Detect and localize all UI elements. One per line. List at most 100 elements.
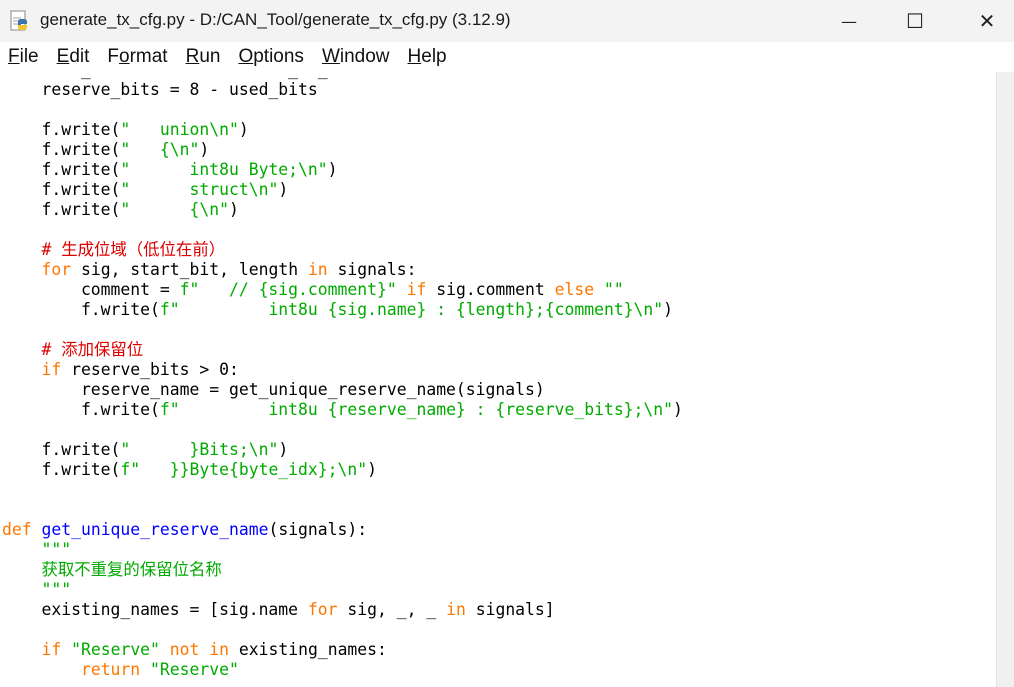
code-token: for xyxy=(41,260,72,279)
code-token: existing_names: xyxy=(229,640,387,659)
code-token: ) xyxy=(663,300,674,319)
code-line: f.write(f" }}Byte{byte_idx};\n") xyxy=(2,460,683,480)
code-token: "" xyxy=(604,280,624,299)
close-button[interactable]: ✕ xyxy=(964,0,1010,42)
maximize-icon: ☐ xyxy=(906,9,924,33)
code-line: if "Reserve" not in existing_names: xyxy=(2,640,683,660)
code-line: if reserve_bits > 0: xyxy=(2,360,683,380)
code-token: " union\n" xyxy=(120,120,239,139)
code-token: f.write( xyxy=(2,120,121,139)
code-line: _ _ _ xyxy=(2,72,683,80)
code-token: sig, _, _ xyxy=(337,600,447,619)
code-token: f" }}Byte{byte_idx};\n" xyxy=(120,460,368,479)
code-token: " {\n" xyxy=(120,200,229,219)
code-token: ) xyxy=(228,200,239,219)
code-line: f.write(" {\n") xyxy=(2,200,683,220)
menu-window[interactable]: Window xyxy=(314,46,400,68)
python-idle-icon xyxy=(10,10,27,31)
code-token: ) xyxy=(278,440,289,459)
code-token: ) xyxy=(327,160,338,179)
menu-help[interactable]: Help xyxy=(400,46,457,68)
code-token: if xyxy=(406,280,427,299)
code-token: ) xyxy=(673,400,683,419)
code-token: reserve_bits = 8 - used_bits xyxy=(2,80,318,99)
code-line: return "Reserve" xyxy=(2,660,683,680)
minimize-icon: — xyxy=(841,11,857,31)
code-token: # 生成位域（低位在前） xyxy=(2,240,226,259)
menu-edit[interactable]: Edit xyxy=(49,46,100,68)
code-token: f.write( xyxy=(2,200,121,219)
close-icon: ✕ xyxy=(978,9,996,33)
code-editor[interactable]: _ _ _ reserve_bits = 8 - used_bits f.wri… xyxy=(0,72,996,687)
code-token: f" int8u {sig.name} : {length};{comment}… xyxy=(159,300,664,319)
code-line: existing_names = [sig.name for sig, _, _… xyxy=(2,600,683,620)
menu-file[interactable]: File xyxy=(0,46,49,68)
code-token: ) xyxy=(238,120,249,139)
code-line: """ xyxy=(2,540,683,560)
code-token: reserve_name = get_unique_reserve_name(s… xyxy=(2,380,545,399)
code-token: 获取不重复的保留位名称 xyxy=(2,560,222,579)
code-token: " }Bits;\n" xyxy=(120,440,279,459)
code-line: reserve_bits = 8 - used_bits xyxy=(2,80,683,100)
code-token: in xyxy=(446,600,466,619)
minimize-button[interactable]: — xyxy=(826,0,872,42)
code-token: (signals): xyxy=(268,520,368,539)
code-token: reserve_bits > 0: xyxy=(61,360,239,379)
code-token: if xyxy=(41,360,62,379)
code-token: f.write( xyxy=(2,140,121,159)
code-token: f" // {sig.comment}" xyxy=(179,280,397,299)
code-token: f" int8u {reserve_name} : {reserve_bits}… xyxy=(159,400,674,419)
code-token: in xyxy=(307,260,328,279)
vertical-scrollbar[interactable] xyxy=(996,72,1014,687)
code-token: f.write( xyxy=(2,160,121,179)
code-line: f.write(" {\n") xyxy=(2,140,683,160)
code-token: not in xyxy=(169,640,230,659)
code-line: # 生成位域（低位在前） xyxy=(2,240,683,260)
menu-options[interactable]: Options xyxy=(230,46,313,68)
code-token: "Reserve" xyxy=(71,640,160,659)
code-token: existing_names = [sig.name xyxy=(2,600,308,619)
code-line: f.write(" union\n") xyxy=(2,120,683,140)
code-token: f.write( xyxy=(2,400,160,419)
code-token: f.write( xyxy=(2,180,121,199)
window-title: generate_tx_cfg.py - D:/CAN_Tool/generat… xyxy=(40,10,511,29)
code-line: f.write(f" int8u {sig.name} : {length};{… xyxy=(2,300,683,320)
menu-format[interactable]: Format xyxy=(99,46,177,68)
code-token: """ xyxy=(2,540,72,559)
code-token: sig, start_bit, length xyxy=(71,260,308,279)
code-token: if xyxy=(41,640,62,659)
code-token: " {\n" xyxy=(120,140,200,159)
menu-run[interactable]: Run xyxy=(178,46,231,68)
code-line: reserve_name = get_unique_reserve_name(s… xyxy=(2,380,683,400)
code-token: "Reserve" xyxy=(150,660,239,679)
title-bar: generate_tx_cfg.py - D:/CAN_Tool/generat… xyxy=(0,0,1014,42)
maximize-button[interactable]: ☐ xyxy=(892,0,938,42)
code-token: ) xyxy=(278,180,289,199)
code-line: for sig, start_bit, length in signals: xyxy=(2,260,683,280)
code-token: ) xyxy=(199,140,210,159)
code-token: ) xyxy=(367,460,377,479)
code-line: f.write(f" int8u {reserve_name} : {reser… xyxy=(2,400,683,420)
code-token: # 添加保留位 xyxy=(2,340,144,359)
code-token: """ xyxy=(2,580,72,599)
code-line: 获取不重复的保留位名称 xyxy=(2,560,683,580)
code-token: def xyxy=(2,520,32,539)
code-text[interactable]: _ _ _ reserve_bits = 8 - used_bits f.wri… xyxy=(2,72,683,680)
code-token: f.write( xyxy=(2,440,121,459)
menu-bar: File Edit Format Run Options Window Help xyxy=(0,42,1014,72)
code-line: """ xyxy=(2,580,683,600)
code-token: sig.comment xyxy=(426,280,555,299)
